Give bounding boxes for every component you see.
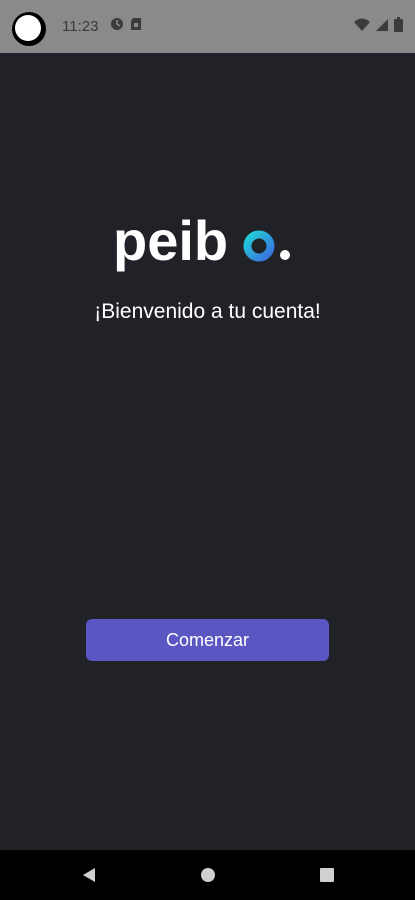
navigation-bar [0, 850, 415, 900]
status-time: 11:23 [62, 18, 99, 35]
start-button[interactable]: Comenzar [86, 619, 329, 661]
camera-lens [15, 15, 41, 41]
status-icons-right [354, 17, 403, 37]
camera-cutout [12, 12, 46, 46]
status-bar: 11:23 [0, 0, 415, 53]
sim-card-icon [130, 17, 142, 36]
phone-screen: 11:23 peib ¡Bienvenido a tu cuenta! Come… [0, 0, 415, 900]
battery-icon [394, 17, 403, 37]
signal-icon [375, 18, 389, 37]
home-icon[interactable] [196, 863, 220, 887]
recents-icon[interactable] [315, 863, 339, 887]
back-icon[interactable] [77, 863, 101, 887]
welcome-message: ¡Bienvenido a tu cuenta! [94, 300, 321, 323]
logo-dot-icon [279, 250, 290, 260]
logo-ring-icon [243, 230, 274, 262]
wifi-icon [354, 18, 370, 37]
vpn-key-icon [110, 17, 124, 36]
status-icons-left [110, 17, 142, 36]
app-logo: peib [0, 212, 415, 282]
peibo-logo-graphic: peib [113, 212, 290, 272]
logo-text: peib [113, 212, 228, 272]
